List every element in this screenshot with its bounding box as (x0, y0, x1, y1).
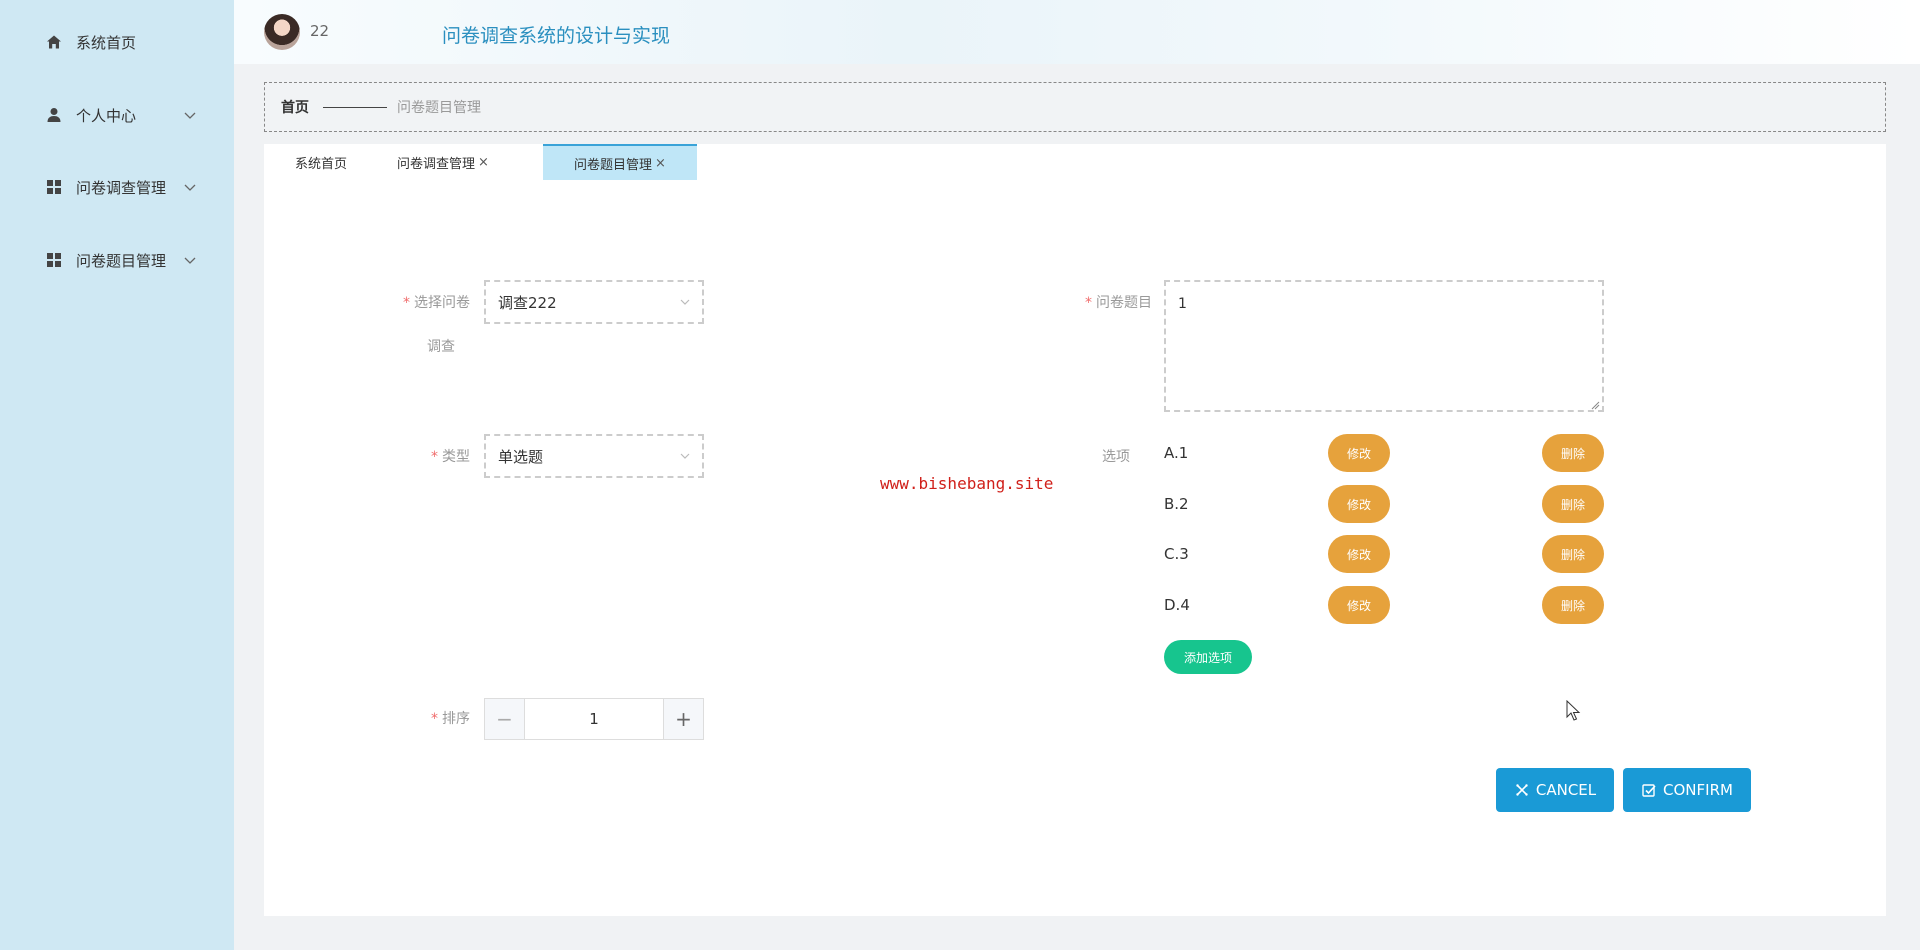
main-panel: 系统首页 问卷调查管理 × 问卷题目管理 × * 选择问卷 调查 调查222 * 类… (264, 144, 1886, 916)
home-icon (46, 34, 62, 50)
type-label: * 类型 (431, 449, 470, 465)
chevron-down-icon (182, 107, 198, 123)
grid-icon (46, 179, 62, 195)
decrement-button[interactable]: − (485, 699, 525, 739)
chevron-down-icon (678, 449, 692, 463)
add-option-button[interactable]: 添加选项 (1164, 640, 1252, 674)
sidebar-item-label: 系统首页 (76, 33, 137, 52)
edit-option-button[interactable]: 修改 (1328, 434, 1390, 472)
delete-option-button[interactable]: 删除 (1542, 535, 1604, 573)
sidebar: 系统首页 个人中心 问卷调查管理 问卷题目管理 (0, 0, 234, 950)
username: 22 (310, 22, 330, 40)
grid-icon (46, 252, 62, 268)
option-text: B.2 (1164, 495, 1189, 513)
mouse-cursor-icon (1566, 699, 1582, 722)
survey-select[interactable]: 调查222 (484, 280, 704, 324)
top-header: 22 问卷调查系统的设计与实现 (234, 0, 1920, 64)
edit-option-button[interactable]: 修改 (1328, 485, 1390, 523)
survey-select-value: 调查222 (498, 293, 557, 312)
sidebar-item-label: 问卷调查管理 (76, 178, 167, 197)
survey-label: * 选择问卷 (403, 295, 470, 311)
question-textarea[interactable]: 1 (1164, 280, 1604, 412)
delete-option-button[interactable]: 删除 (1542, 586, 1604, 624)
chevron-down-icon (182, 252, 198, 268)
close-icon[interactable]: × (478, 155, 489, 170)
breadcrumb-current: 问卷题目管理 (397, 100, 481, 116)
sidebar-item-question-management[interactable]: 问卷题目管理 (0, 240, 234, 280)
option-text: D.4 (1164, 596, 1190, 614)
edit-option-button[interactable]: 修改 (1328, 586, 1390, 624)
close-icon (1514, 782, 1530, 798)
sidebar-item-home[interactable]: 系统首页 (0, 22, 234, 62)
close-icon[interactable]: × (655, 156, 666, 171)
tab-home[interactable]: 系统首页 (264, 144, 378, 180)
resize-handle-icon[interactable] (1590, 398, 1600, 410)
type-select[interactable]: 单选题 (484, 434, 704, 478)
question-label: * 问卷题目 (1085, 295, 1152, 311)
avatar[interactable] (264, 14, 300, 50)
breadcrumb: 首页 问卷题目管理 (264, 82, 1886, 132)
app-title: 问卷调查系统的设计与实现 (442, 25, 671, 47)
options-label: 选项 (1102, 449, 1130, 465)
user-icon (46, 107, 62, 123)
watermark-text: www.bishebang.site (880, 474, 1054, 493)
survey-label-line2: 调查 (427, 339, 455, 355)
sidebar-item-survey-management[interactable]: 问卷调查管理 (0, 167, 234, 207)
tab-label: 问卷调查管理 (397, 156, 476, 172)
chevron-down-icon (182, 179, 198, 195)
cancel-label: CANCEL (1535, 781, 1597, 799)
delete-option-button[interactable]: 删除 (1542, 434, 1604, 472)
sort-label: * 排序 (431, 711, 470, 727)
sidebar-item-label: 个人中心 (76, 106, 137, 125)
sidebar-item-label: 问卷题目管理 (76, 251, 167, 270)
edit-option-button[interactable]: 修改 (1328, 535, 1390, 573)
cancel-button[interactable]: CANCEL (1496, 768, 1614, 812)
tab-survey-management[interactable]: 问卷调查管理 × (378, 144, 508, 180)
increment-button[interactable]: + (663, 699, 703, 739)
chevron-down-icon (678, 295, 692, 309)
edit-check-icon (1641, 782, 1657, 798)
breadcrumb-separator (323, 106, 387, 108)
question-text: 1 (1178, 296, 1187, 312)
delete-option-button[interactable]: 删除 (1542, 485, 1604, 523)
option-text: C.3 (1164, 545, 1189, 563)
tab-label: 系统首页 (294, 156, 347, 172)
sidebar-item-personal-center[interactable]: 个人中心 (0, 95, 234, 135)
confirm-button[interactable]: CONFIRM (1623, 768, 1751, 812)
type-select-value: 单选题 (498, 447, 544, 466)
breadcrumb-home[interactable]: 首页 (281, 97, 309, 117)
tab-question-management[interactable]: 问卷题目管理 × (543, 144, 697, 180)
sort-stepper[interactable]: − 1 + (484, 698, 704, 740)
sort-value[interactable]: 1 (525, 699, 663, 739)
tab-label: 问卷题目管理 (574, 157, 653, 173)
option-text: A.1 (1164, 444, 1189, 462)
confirm-label: CONFIRM (1663, 781, 1733, 799)
